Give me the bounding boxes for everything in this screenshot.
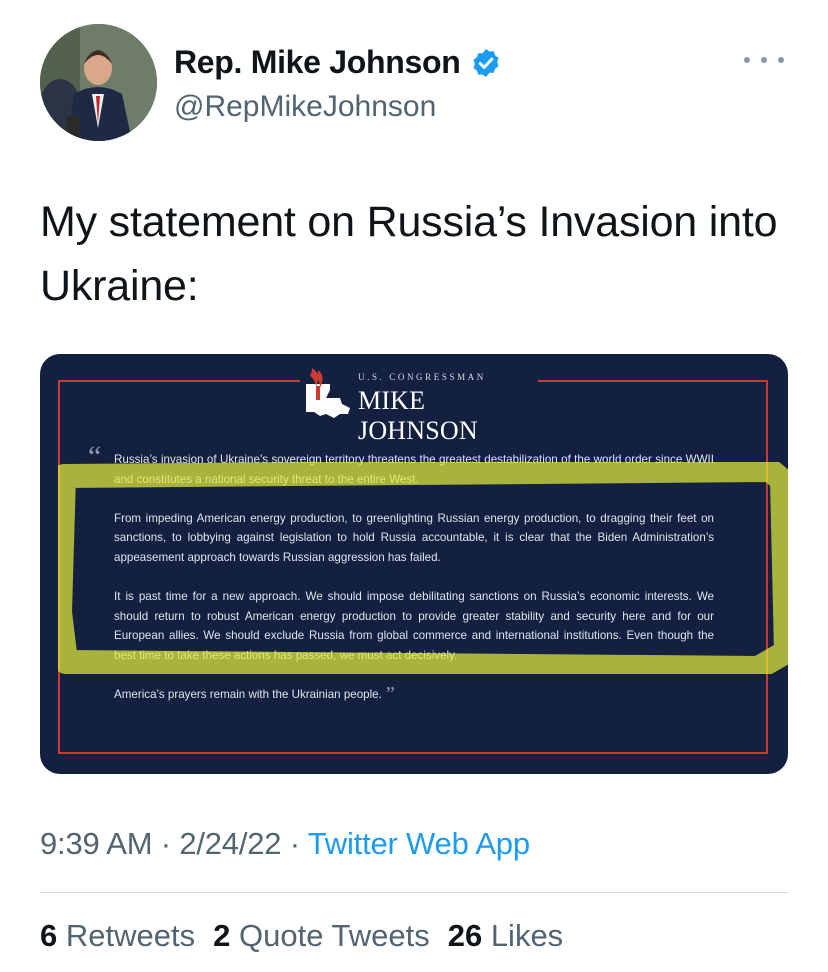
- tweet-media-image[interactable]: U.S. CONGRESSMAN MIKE JOHNSON “ Russia’s…: [40, 354, 788, 774]
- letterhead-title-small: U.S. CONGRESSMAN: [358, 372, 486, 382]
- more-options-icon[interactable]: [744, 54, 784, 66]
- louisiana-state-icon: [306, 384, 350, 418]
- divider: [40, 892, 788, 893]
- tweet-source-link[interactable]: Twitter Web App: [308, 826, 530, 861]
- avatar[interactable]: [40, 24, 157, 141]
- letterhead-title-large: MIKE JOHNSON: [358, 386, 478, 445]
- handle[interactable]: @RepMikeJohnson: [174, 90, 436, 124]
- statement-paragraph-2: From impeding American energy production…: [114, 511, 714, 564]
- tweet-date[interactable]: 2/24/22: [179, 826, 281, 861]
- tweet-header: Rep. Mike Johnson @RepMikeJohnson: [40, 24, 790, 144]
- statement-paragraph-4: America’s prayers remain with the Ukrain…: [114, 688, 382, 702]
- retweets-stat[interactable]: 6 Retweets: [40, 918, 195, 954]
- quote-tweets-stat[interactable]: 2 Quote Tweets: [213, 918, 430, 954]
- retweets-count: 6: [40, 918, 58, 953]
- letterhead-logo: U.S. CONGRESSMAN MIKE JOHNSON: [300, 364, 538, 445]
- likes-stat[interactable]: 26 Likes: [448, 918, 563, 954]
- meta-separator: ·: [289, 826, 300, 861]
- likes-label: Likes: [490, 918, 564, 953]
- tweet-text: My statement on Russia’s Invasion into U…: [40, 198, 778, 310]
- open-quote-icon: “: [88, 440, 102, 473]
- tweet-meta: 9:39 AM · 2/24/22 · Twitter Web App: [40, 826, 530, 862]
- name-row: Rep. Mike Johnson: [174, 44, 502, 81]
- quote-tweets-count: 2: [213, 918, 231, 953]
- close-quote-icon: ”: [385, 683, 395, 706]
- likes-count: 26: [447, 918, 483, 953]
- tweet-time[interactable]: 9:39 AM: [40, 826, 153, 861]
- statement-body: Russia’s invasion of Ukraine’s sovereign…: [114, 450, 714, 705]
- statement-paragraph-3: It is past time for a new approach. We s…: [114, 590, 714, 662]
- display-name[interactable]: Rep. Mike Johnson: [174, 44, 461, 81]
- meta-separator: ·: [160, 826, 171, 861]
- verified-badge-icon: [470, 47, 502, 79]
- quote-tweets-label: Quote Tweets: [238, 918, 430, 953]
- tweet-stats: 6 Retweets 2 Quote Tweets 26 Likes: [40, 918, 563, 954]
- statement-paragraph-1: Russia’s invasion of Ukraine’s sovereign…: [114, 453, 714, 486]
- retweets-label: Retweets: [65, 918, 196, 953]
